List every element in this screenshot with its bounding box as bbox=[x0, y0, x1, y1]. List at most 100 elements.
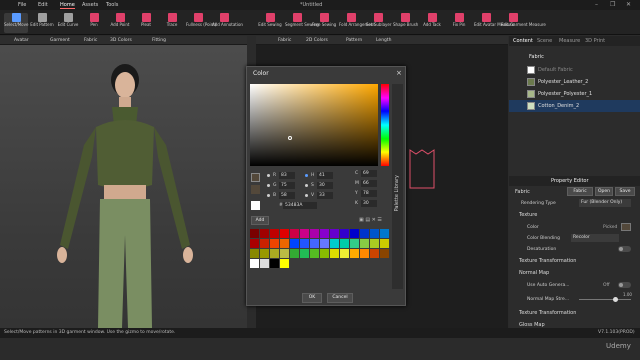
color-swatch-cell[interactable] bbox=[370, 229, 379, 238]
palette-tool-icons[interactable]: ▣ ▤ ✕ ☰ bbox=[359, 217, 382, 223]
rgb-radio-g[interactable] bbox=[267, 184, 270, 187]
tool-add-point[interactable]: Add Point bbox=[108, 13, 132, 27]
v-field[interactable]: 33 bbox=[317, 192, 333, 199]
color-swatch-cell[interactable] bbox=[360, 249, 369, 258]
y-field[interactable]: 78 bbox=[361, 190, 377, 197]
2d-colors-toggle[interactable]: 2D Colors bbox=[306, 38, 328, 43]
pattern-toggle[interactable]: Pattern bbox=[346, 38, 362, 43]
color-swatch-cell[interactable] bbox=[260, 229, 269, 238]
tool-free-sewing[interactable]: Free Sewing bbox=[312, 13, 336, 27]
tool-add-tack[interactable]: Add Tack bbox=[420, 13, 444, 27]
color-swatch-cell[interactable] bbox=[270, 259, 279, 268]
menu-home[interactable]: Home bbox=[60, 2, 75, 9]
color-swatch-cell[interactable] bbox=[340, 249, 349, 258]
tool-fold-arrangement[interactable]: Fold Arrangement bbox=[339, 13, 375, 27]
color-swatch-cell[interactable] bbox=[300, 239, 309, 248]
fabric-list-item[interactable]: Default Fabric bbox=[509, 64, 640, 76]
fabric-list-item-selected[interactable]: Cotton_Denim_2 bbox=[509, 100, 640, 112]
s-field[interactable]: 30 bbox=[317, 182, 333, 189]
color-swatch-cell[interactable] bbox=[380, 239, 389, 248]
tool-trace[interactable]: Trace bbox=[160, 13, 184, 27]
g-field[interactable]: 75 bbox=[279, 182, 295, 189]
tool-set-sublayer[interactable]: Set Sublayer bbox=[366, 13, 392, 27]
tool-fix-pin[interactable]: Fix Pin bbox=[447, 13, 471, 27]
color-swatch-cell[interactable] bbox=[270, 229, 279, 238]
hsv-radio-v[interactable] bbox=[305, 194, 308, 197]
color-swatch-cell[interactable] bbox=[330, 229, 339, 238]
color-swatch-cell[interactable] bbox=[350, 249, 359, 258]
color-swatch-cell[interactable] bbox=[310, 239, 319, 248]
color-swatch-cell[interactable] bbox=[380, 249, 389, 258]
menu-file[interactable]: File bbox=[18, 2, 26, 8]
auto-gen-toggle[interactable] bbox=[618, 282, 631, 288]
tool-pen[interactable]: Pen bbox=[82, 13, 106, 27]
color-swatch-cell[interactable] bbox=[280, 249, 289, 258]
slider-handle[interactable] bbox=[613, 297, 619, 302]
tool-edit-pattern[interactable]: Edit Pattern bbox=[30, 13, 54, 27]
color-swatch-cell[interactable] bbox=[280, 239, 289, 248]
color-swatch-cell[interactable] bbox=[320, 249, 329, 258]
menu-edit[interactable]: Edit bbox=[38, 2, 48, 8]
rendering-type-select[interactable]: Fur (Blender Only) bbox=[579, 199, 631, 207]
tool-edit-curve[interactable]: Edit Curve bbox=[56, 13, 80, 27]
color-swatch-cell[interactable] bbox=[360, 229, 369, 238]
color-swatch-cell[interactable] bbox=[280, 259, 289, 268]
color-blending-select[interactable]: Recolor bbox=[571, 234, 619, 242]
k-field[interactable]: 30 bbox=[361, 200, 377, 207]
open-button[interactable]: Open bbox=[595, 187, 613, 196]
close-icon[interactable]: × bbox=[396, 69, 402, 77]
color-swatch-cell[interactable] bbox=[250, 229, 259, 238]
texture-transformation-section[interactable]: Texture Transformation bbox=[519, 258, 576, 264]
3d-garment-window[interactable]: Avatar Garment Fabric 3D Colors Fitting bbox=[0, 36, 247, 328]
fitting-toggle[interactable]: Fitting bbox=[152, 38, 166, 43]
color-swatch-cell[interactable] bbox=[340, 229, 349, 238]
menu-tools[interactable]: Tools bbox=[106, 2, 118, 8]
rgb-radio[interactable] bbox=[267, 174, 270, 177]
color-swatch-cell[interactable] bbox=[280, 229, 289, 238]
color-swatch-cell[interactable] bbox=[310, 249, 319, 258]
color-swatch-cell[interactable] bbox=[290, 239, 299, 248]
minimize-button[interactable]: – bbox=[595, 1, 598, 8]
texture-section[interactable]: Texture bbox=[519, 212, 537, 218]
tool-select-move[interactable]: Select/Move bbox=[4, 13, 28, 33]
c-field[interactable]: 69 bbox=[361, 170, 377, 177]
pattern-piece[interactable] bbox=[406, 146, 438, 192]
tool-add-annotation[interactable]: Add Annotation bbox=[212, 13, 243, 27]
menu-assets[interactable]: Assets bbox=[82, 2, 98, 8]
color-swatch-cell[interactable] bbox=[260, 239, 269, 248]
color-swatch-cell[interactable] bbox=[380, 229, 389, 238]
avatar-viewport[interactable] bbox=[0, 45, 247, 328]
fabric-list-item[interactable]: Polyester_Polyester_1 bbox=[509, 88, 640, 100]
fabric-list-item[interactable]: Polyester_Leather_2 bbox=[509, 76, 640, 88]
color-swatch-cell[interactable] bbox=[350, 239, 359, 248]
2d-fabric-toggle[interactable]: Fabric bbox=[278, 38, 291, 43]
color-swatch-cell[interactable] bbox=[290, 229, 299, 238]
tool-edit-avatar-measure[interactable]: Edit Avatar Measure bbox=[474, 13, 514, 27]
normal-strength-slider[interactable] bbox=[579, 297, 631, 302]
h-field[interactable]: 41 bbox=[317, 172, 333, 179]
tab-3d-print[interactable]: 3D Print bbox=[585, 38, 605, 44]
ok-button[interactable]: OK bbox=[302, 293, 322, 303]
color-swatch-cell[interactable] bbox=[250, 259, 259, 268]
avatar-toggle[interactable]: Avatar bbox=[14, 38, 29, 43]
color-swatch-cell[interactable] bbox=[320, 239, 329, 248]
rgb-radio-b[interactable] bbox=[267, 194, 270, 197]
close-window-button[interactable]: ✕ bbox=[626, 1, 631, 8]
color-swatch-cell[interactable] bbox=[320, 229, 329, 238]
hsv-radio[interactable] bbox=[305, 174, 308, 177]
picker-cursor[interactable] bbox=[288, 136, 292, 140]
fabric-select-button[interactable]: Fabric bbox=[567, 187, 593, 196]
color-swatch-cell[interactable] bbox=[370, 249, 379, 258]
add-color-button[interactable]: Add bbox=[251, 216, 269, 225]
m-field[interactable]: 66 bbox=[361, 180, 377, 187]
tool-edit-sewing[interactable]: Edit Sewing bbox=[258, 13, 282, 27]
palette-library-label[interactable]: Palette Library bbox=[394, 175, 400, 211]
cancel-button[interactable]: Cancel bbox=[327, 293, 353, 303]
color-swatch-cell[interactable] bbox=[270, 249, 279, 258]
tab-scene[interactable]: Scene bbox=[537, 38, 552, 44]
color-swatch-cell[interactable] bbox=[300, 229, 309, 238]
texture-transformation-section-2[interactable]: Texture Transformation bbox=[519, 310, 576, 316]
fabric-toggle[interactable]: Fabric bbox=[84, 38, 97, 43]
desaturation-toggle[interactable] bbox=[618, 246, 631, 252]
color-swatch-cell[interactable] bbox=[310, 229, 319, 238]
